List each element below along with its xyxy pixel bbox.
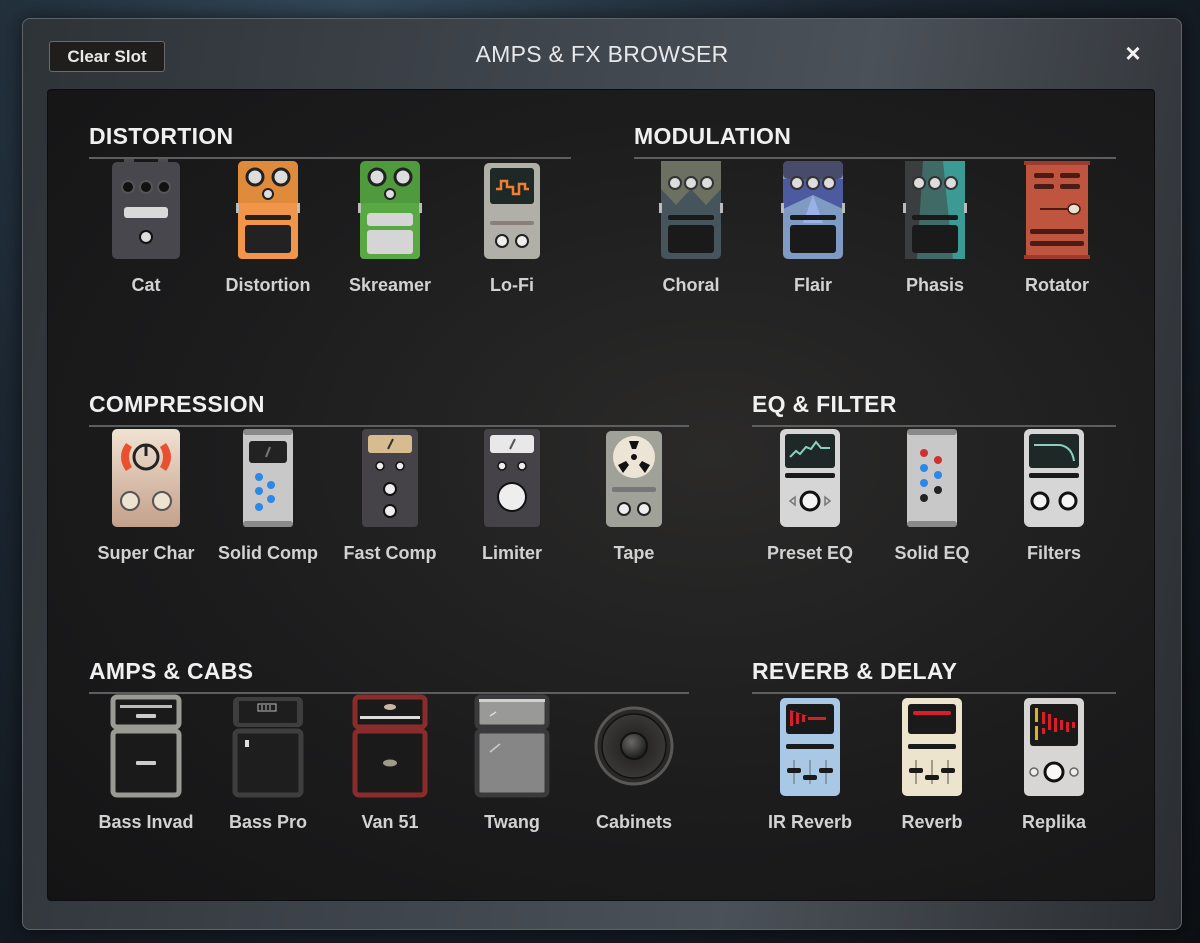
fx-item-fast-comp[interactable]: Fast Comp (330, 427, 450, 564)
fx-item-label: Choral (662, 275, 720, 295)
distortion-pedal-icon (236, 161, 300, 259)
fx-item-label: Super Char (97, 543, 195, 563)
rotator-icon (1024, 161, 1090, 259)
section-compression: COMPRESSION Super Char Solid Comp Fast C… (89, 391, 689, 563)
flair-pedal-icon (781, 161, 845, 259)
fx-item-filters[interactable]: Filters (994, 427, 1114, 564)
fx-item-replika[interactable]: Replika (994, 694, 1114, 833)
speaker-cabinet-icon (594, 706, 674, 786)
fx-item-label: Tape (613, 543, 655, 563)
fx-item-label: Twang (484, 812, 540, 832)
section-title: DISTORTION (89, 123, 234, 149)
fx-item-bass-invad[interactable]: Bass Invad (86, 694, 206, 833)
section-title: EQ & FILTER (752, 391, 897, 417)
fx-item-label: Cat (131, 275, 161, 295)
title-bar: Clear Slot AMPS & FX BROWSER × (23, 19, 1181, 89)
fx-item-ir-reverb[interactable]: IR Reverb (750, 694, 870, 833)
section-amps-cabs: AMPS & CABS Bass Invad Bass Pro Van 51 T… (89, 658, 689, 832)
fx-item-label: Replika (1021, 812, 1087, 832)
fx-item-label: Van 51 (361, 812, 419, 832)
fx-item-flair[interactable]: Flair (753, 159, 873, 296)
section-title: MODULATION (634, 123, 792, 149)
fx-item-super-char[interactable]: Super Char (86, 427, 206, 564)
browser-panel: DISTORTION Cat Distortion Skreamer Lo-Fi… (47, 89, 1155, 901)
section-eq-filter: EQ & FILTER Preset EQ Solid EQ Filters (752, 391, 1116, 563)
fx-item-solid-comp[interactable]: Solid Comp (208, 427, 328, 564)
skreamer-pedal-icon (358, 161, 422, 259)
fx-item-lofi[interactable]: Lo-Fi (452, 159, 572, 296)
twang-amp-icon (474, 694, 550, 798)
fx-item-label: Lo-Fi (490, 275, 534, 295)
replika-icon (1024, 698, 1084, 796)
amps-fx-browser-window: Clear Slot AMPS & FX BROWSER × DISTORTIO… (22, 18, 1182, 930)
fx-item-cat[interactable]: Cat (86, 159, 206, 296)
fx-item-label: Skreamer (348, 275, 432, 295)
fx-item-label: Rotator (1025, 275, 1089, 295)
reverb-icon (902, 698, 962, 796)
limiter-icon (484, 429, 540, 527)
fx-item-distortion[interactable]: Distortion (208, 159, 328, 296)
window-title: AMPS & FX BROWSER (475, 41, 729, 67)
fx-item-label: Phasis (905, 275, 965, 295)
fx-item-label: Flair (793, 275, 832, 295)
fx-item-solid-eq[interactable]: Solid EQ (872, 427, 992, 564)
section-title: REVERB & DELAY (752, 658, 958, 684)
fx-item-cabinets[interactable]: Cabinets (574, 694, 694, 833)
fx-item-limiter[interactable]: Limiter (452, 427, 572, 564)
fx-item-label: Limiter (481, 543, 542, 563)
fx-item-bass-pro[interactable]: Bass Pro (208, 694, 328, 833)
preset-eq-icon (780, 429, 840, 527)
fx-item-choral[interactable]: Choral (631, 159, 751, 296)
phasis-pedal-icon (903, 161, 967, 259)
fx-item-label: Reverb (901, 812, 963, 832)
van51-amp-icon (352, 694, 428, 798)
choral-pedal-icon (659, 161, 723, 259)
ir-reverb-icon (780, 698, 840, 796)
fx-item-label: Fast Comp (343, 543, 437, 563)
super-char-pedal-icon (112, 429, 180, 527)
fast-comp-icon (362, 429, 418, 527)
fx-item-reverb[interactable]: Reverb (872, 694, 992, 833)
fx-item-tape[interactable]: Tape (574, 427, 694, 564)
filters-icon (1024, 429, 1084, 527)
fx-item-label: Cabinets (595, 812, 673, 832)
fx-item-label: Solid Comp (218, 543, 318, 563)
bass-invad-amp-icon (110, 694, 182, 798)
fx-item-skreamer[interactable]: Skreamer (330, 159, 450, 296)
fx-item-label: Filters (1026, 543, 1082, 563)
lofi-pedal-icon (484, 163, 540, 259)
section-title: COMPRESSION (89, 391, 265, 417)
solid-comp-icon (243, 429, 293, 527)
fx-item-label: Bass Invad (98, 812, 194, 832)
fx-item-van51[interactable]: Van 51 (330, 694, 450, 833)
fx-item-phasis[interactable]: Phasis (875, 159, 995, 296)
fx-item-rotator[interactable]: Rotator (997, 159, 1117, 296)
fx-item-label: Preset EQ (766, 543, 854, 563)
fx-item-twang[interactable]: Twang (452, 694, 572, 833)
section-distortion: DISTORTION Cat Distortion Skreamer Lo-Fi (89, 123, 571, 295)
bass-pro-amp-icon (232, 697, 304, 798)
section-modulation: MODULATION Choral Flair Phasis Rotator (634, 123, 1116, 295)
fx-item-label: Bass Pro (228, 812, 308, 832)
tape-reel-icon (606, 431, 662, 527)
close-icon[interactable]: × (1121, 40, 1145, 66)
fx-item-label: Solid EQ (894, 543, 970, 563)
fx-item-label: Distortion (225, 275, 311, 295)
section-reverb-delay: REVERB & DELAY IR Reverb Reverb Replika (752, 658, 1116, 832)
section-title: AMPS & CABS (89, 658, 254, 684)
fx-item-preset-eq[interactable]: Preset EQ (750, 427, 870, 564)
cat-pedal-icon (112, 159, 180, 259)
fx-item-label: IR Reverb (767, 812, 853, 832)
solid-eq-icon (907, 429, 957, 527)
